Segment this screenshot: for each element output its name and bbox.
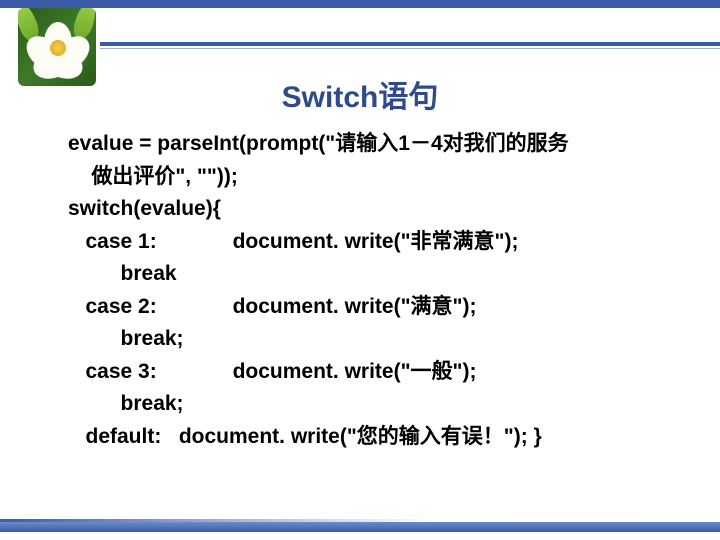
header-rule-thin: [100, 48, 720, 49]
code-line: evalue = parseInt(prompt("请输入1－4对我们的服务: [68, 128, 680, 161]
code-line: switch(evalue){: [68, 193, 680, 226]
code-line: case 3: document. write("一般");: [68, 356, 680, 389]
code-line: default: document. write("您的输入有误！"); }: [68, 421, 680, 454]
code-block: evalue = parseInt(prompt("请输入1－4对我们的服务 做…: [68, 128, 680, 453]
code-line: 做出评价", ""));: [68, 161, 680, 194]
code-line: break: [68, 258, 680, 291]
bottom-bar: [0, 522, 720, 532]
code-line: break;: [68, 388, 680, 421]
top-accent-bar: [0, 0, 720, 8]
code-line: case 1: document. write("非常满意");: [68, 226, 680, 259]
code-line: break;: [68, 323, 680, 356]
code-line: case 2: document. write("满意");: [68, 291, 680, 324]
slide-title: Switch语句: [0, 72, 720, 116]
header-rule: [100, 42, 720, 46]
